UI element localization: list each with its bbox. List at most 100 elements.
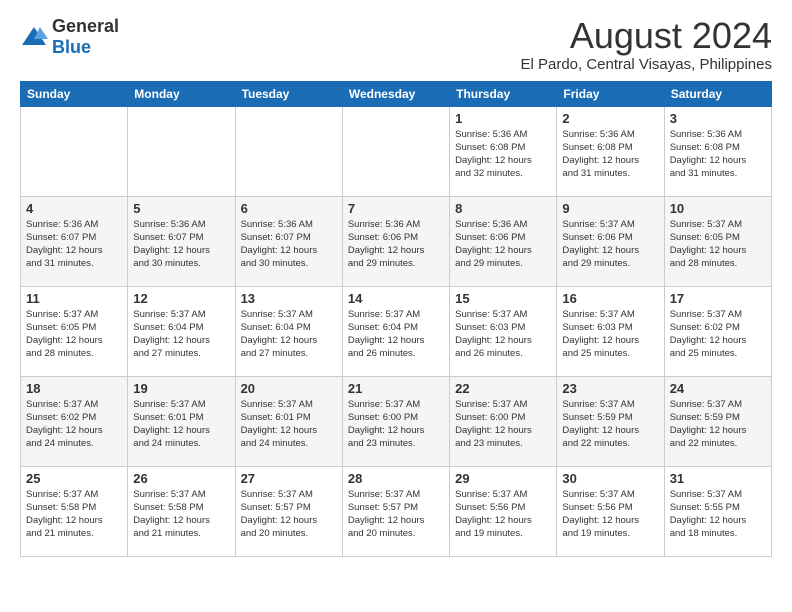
cell-date-number: 31 bbox=[670, 471, 766, 486]
cell-date-number: 24 bbox=[670, 381, 766, 396]
cell-info-text: Sunrise: 5:37 AMSunset: 6:01 PMDaylight:… bbox=[241, 398, 337, 451]
cell-date-number: 18 bbox=[26, 381, 122, 396]
cell-date-number: 11 bbox=[26, 291, 122, 306]
weekday-header-friday: Friday bbox=[557, 81, 664, 106]
cell-date-number: 4 bbox=[26, 201, 122, 216]
cell-info-text: Sunrise: 5:37 AMSunset: 6:05 PMDaylight:… bbox=[670, 218, 766, 271]
cell-date-number: 27 bbox=[241, 471, 337, 486]
generalblue-logo-icon bbox=[20, 25, 48, 49]
cell-date-number: 22 bbox=[455, 381, 551, 396]
calendar-cell: 6Sunrise: 5:36 AMSunset: 6:07 PMDaylight… bbox=[235, 196, 342, 286]
cell-info-text: Sunrise: 5:37 AMSunset: 5:55 PMDaylight:… bbox=[670, 488, 766, 541]
calendar-cell: 5 Sunrise: 5:36 AMSunset: 6:07 PMDaylight… bbox=[128, 196, 235, 286]
cell-info-text: Sunrise: 5:37 AMSunset: 6:00 PMDaylight:… bbox=[455, 398, 551, 451]
cell-info-text: Sunrise: 5:36 AMSunset: 6:07 PMDaylight:… bbox=[241, 218, 337, 271]
calendar-week-row-4: 18 Sunrise: 5:37 AMSunset: 6:02 PMDayligh… bbox=[21, 376, 772, 466]
calendar-cell bbox=[21, 106, 128, 196]
cell-info-text: Sunrise: 5:37 AMSunset: 6:04 PMDaylight:… bbox=[133, 308, 229, 361]
cell-date-number: 19 bbox=[133, 381, 229, 396]
cell-date-number: 28 bbox=[348, 471, 444, 486]
calendar-title-block: August 2024 El Pardo, Central Visayas, P… bbox=[520, 16, 772, 73]
cell-info-text: Sunrise: 5:37 AMSunset: 5:59 PMDaylight:… bbox=[562, 398, 658, 451]
calendar-cell: 1 Sunrise: 5:36 AMSunset: 6:08 PMDaylight… bbox=[450, 106, 557, 196]
calendar-cell: 25 Sunrise: 5:37 AMSunset: 5:58 PMDayligh… bbox=[21, 466, 128, 556]
calendar-cell: 15 Sunrise: 5:37 AMSunset: 6:03 PMDayligh… bbox=[450, 286, 557, 376]
calendar-cell: 17 Sunrise: 5:37 AMSunset: 6:02 PMDayligh… bbox=[664, 286, 771, 376]
cell-date-number: 21 bbox=[348, 381, 444, 396]
calendar-cell: 10 Sunrise: 5:37 AMSunset: 6:05 PMDayligh… bbox=[664, 196, 771, 286]
calendar-cell: 16 Sunrise: 5:37 AMSunset: 6:03 PMDayligh… bbox=[557, 286, 664, 376]
calendar-cell bbox=[235, 106, 342, 196]
page-header: General Blue August 2024 El Pardo, Centr… bbox=[20, 16, 772, 73]
calendar-title: August 2024 bbox=[520, 16, 772, 56]
calendar-cell: 24 Sunrise: 5:37 AMSunset: 5:59 PMDayligh… bbox=[664, 376, 771, 466]
weekday-header-monday: Monday bbox=[128, 81, 235, 106]
cell-info-text: Sunrise: 5:36 AMSunset: 6:07 PMDaylight:… bbox=[133, 218, 229, 271]
calendar-week-row-2: 4 Sunrise: 5:36 AMSunset: 6:07 PMDaylight… bbox=[21, 196, 772, 286]
calendar-cell: 19Sunrise: 5:37 AMSunset: 6:01 PMDayligh… bbox=[128, 376, 235, 466]
calendar-week-row-3: 11Sunrise: 5:37 AMSunset: 6:05 PMDayligh… bbox=[21, 286, 772, 376]
cell-info-text: Sunrise: 5:37 AMSunset: 5:58 PMDaylight:… bbox=[26, 488, 122, 541]
cell-date-number: 20 bbox=[241, 381, 337, 396]
cell-date-number: 25 bbox=[26, 471, 122, 486]
logo-general-text: General bbox=[52, 16, 119, 36]
calendar-cell: 2Sunrise: 5:36 AMSunset: 6:08 PMDaylight… bbox=[557, 106, 664, 196]
calendar-cell: 23Sunrise: 5:37 AMSunset: 5:59 PMDayligh… bbox=[557, 376, 664, 466]
calendar-week-row-5: 25 Sunrise: 5:37 AMSunset: 5:58 PMDayligh… bbox=[21, 466, 772, 556]
cell-date-number: 15 bbox=[455, 291, 551, 306]
cell-info-text: Sunrise: 5:37 AMSunset: 6:03 PMDaylight:… bbox=[562, 308, 658, 361]
cell-info-text: Sunrise: 5:37 AMSunset: 6:03 PMDaylight:… bbox=[455, 308, 551, 361]
calendar-cell: 30 Sunrise: 5:37 AMSunset: 5:56 PMDayligh… bbox=[557, 466, 664, 556]
calendar-cell: 26Sunrise: 5:37 AMSunset: 5:58 PMDayligh… bbox=[128, 466, 235, 556]
calendar-cell: 8 Sunrise: 5:36 AMSunset: 6:06 PMDaylight… bbox=[450, 196, 557, 286]
cell-info-text: Sunrise: 5:37 AMSunset: 6:02 PMDaylight:… bbox=[670, 308, 766, 361]
calendar-week-row-1: 1 Sunrise: 5:36 AMSunset: 6:08 PMDaylight… bbox=[21, 106, 772, 196]
calendar-cell: 11Sunrise: 5:37 AMSunset: 6:05 PMDayligh… bbox=[21, 286, 128, 376]
cell-info-text: Sunrise: 5:37 AMSunset: 5:59 PMDaylight:… bbox=[670, 398, 766, 451]
cell-date-number: 2 bbox=[562, 111, 658, 126]
cell-info-text: Sunrise: 5:37 AMSunset: 6:04 PMDaylight:… bbox=[241, 308, 337, 361]
weekday-header-saturday: Saturday bbox=[664, 81, 771, 106]
cell-info-text: Sunrise: 5:37 AMSunset: 6:00 PMDaylight:… bbox=[348, 398, 444, 451]
cell-date-number: 9 bbox=[562, 201, 658, 216]
calendar-table: SundayMondayTuesdayWednesdayThursdayFrid… bbox=[20, 81, 772, 557]
cell-date-number: 16 bbox=[562, 291, 658, 306]
calendar-cell: 21 Sunrise: 5:37 AMSunset: 6:00 PMDayligh… bbox=[342, 376, 449, 466]
cell-date-number: 14 bbox=[348, 291, 444, 306]
calendar-cell: 27Sunrise: 5:37 AMSunset: 5:57 PMDayligh… bbox=[235, 466, 342, 556]
calendar-cell: 28Sunrise: 5:37 AMSunset: 5:57 PMDayligh… bbox=[342, 466, 449, 556]
cell-info-text: Sunrise: 5:37 AMSunset: 5:56 PMDaylight:… bbox=[562, 488, 658, 541]
weekday-header-sunday: Sunday bbox=[21, 81, 128, 106]
cell-info-text: Sunrise: 5:36 AMSunset: 6:06 PMDaylight:… bbox=[455, 218, 551, 271]
calendar-cell bbox=[128, 106, 235, 196]
calendar-cell: 29Sunrise: 5:37 AMSunset: 5:56 PMDayligh… bbox=[450, 466, 557, 556]
cell-info-text: Sunrise: 5:36 AMSunset: 6:07 PMDaylight:… bbox=[26, 218, 122, 271]
cell-date-number: 29 bbox=[455, 471, 551, 486]
calendar-cell: 20 Sunrise: 5:37 AMSunset: 6:01 PMDayligh… bbox=[235, 376, 342, 466]
calendar-subtitle: El Pardo, Central Visayas, Philippines bbox=[520, 56, 772, 73]
calendar-cell: 13 Sunrise: 5:37 AMSunset: 6:04 PMDayligh… bbox=[235, 286, 342, 376]
cell-date-number: 7 bbox=[348, 201, 444, 216]
logo: General Blue bbox=[20, 16, 119, 58]
weekday-header-row: SundayMondayTuesdayWednesdayThursdayFrid… bbox=[21, 81, 772, 106]
calendar-cell: 12Sunrise: 5:37 AMSunset: 6:04 PMDayligh… bbox=[128, 286, 235, 376]
cell-date-number: 17 bbox=[670, 291, 766, 306]
cell-info-text: Sunrise: 5:37 AMSunset: 6:02 PMDaylight:… bbox=[26, 398, 122, 451]
logo-blue-text: Blue bbox=[52, 37, 91, 57]
cell-date-number: 30 bbox=[562, 471, 658, 486]
cell-date-number: 5 bbox=[133, 201, 229, 216]
calendar-cell: 22 Sunrise: 5:37 AMSunset: 6:00 PMDayligh… bbox=[450, 376, 557, 466]
cell-date-number: 26 bbox=[133, 471, 229, 486]
calendar-cell: 31 Sunrise: 5:37 AMSunset: 5:55 PMDayligh… bbox=[664, 466, 771, 556]
cell-date-number: 13 bbox=[241, 291, 337, 306]
cell-date-number: 8 bbox=[455, 201, 551, 216]
weekday-header-wednesday: Wednesday bbox=[342, 81, 449, 106]
calendar-header: SundayMondayTuesdayWednesdayThursdayFrid… bbox=[21, 81, 772, 106]
cell-info-text: Sunrise: 5:36 AMSunset: 6:08 PMDaylight:… bbox=[455, 128, 551, 181]
weekday-header-tuesday: Tuesday bbox=[235, 81, 342, 106]
cell-info-text: Sunrise: 5:37 AMSunset: 6:04 PMDaylight:… bbox=[348, 308, 444, 361]
cell-date-number: 10 bbox=[670, 201, 766, 216]
cell-info-text: Sunrise: 5:36 AMSunset: 6:08 PMDaylight:… bbox=[670, 128, 766, 181]
calendar-cell: 14 Sunrise: 5:37 AMSunset: 6:04 PMDayligh… bbox=[342, 286, 449, 376]
cell-date-number: 1 bbox=[455, 111, 551, 126]
